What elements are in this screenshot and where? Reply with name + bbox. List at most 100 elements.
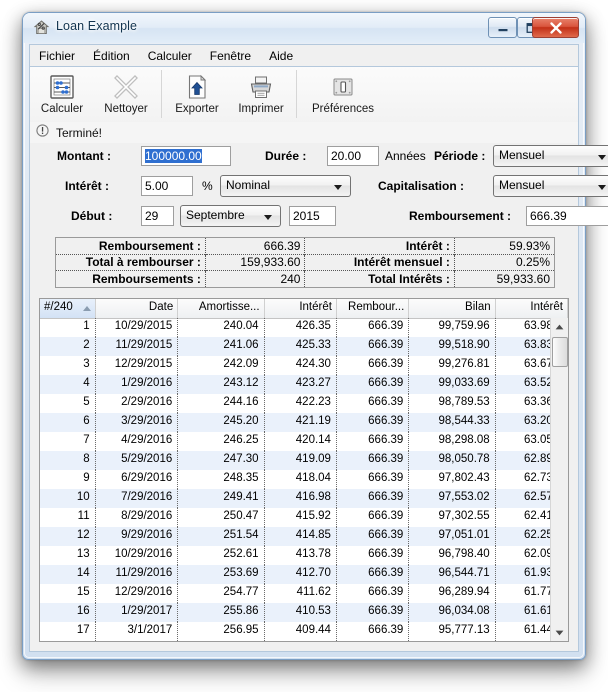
table-cell: 6: [40, 413, 96, 432]
column-header-0[interactable]: #/240: [40, 299, 96, 318]
table-cell: 666.39: [337, 432, 410, 451]
debut-day-input[interactable]: 29: [141, 206, 174, 226]
remboursement-input[interactable]: 666.39: [526, 206, 608, 226]
table-cell: 247.30: [178, 451, 265, 470]
table-row[interactable]: 9 6/29/2016 248.35 418.04 666.39 97,802.43 62.…: [40, 470, 568, 489]
menu-item-fenetre[interactable]: Fenêtre: [201, 46, 260, 66]
column-header-4[interactable]: Rembour...: [336, 299, 410, 318]
toolbar: Calculer Nettoyer Exporter Imprimer Préf…: [30, 67, 578, 126]
table-cell: 99,759.96: [409, 318, 496, 337]
abacus-icon: [48, 72, 76, 102]
table-cell: 425.33: [265, 337, 337, 356]
table-cell: 413.78: [265, 546, 337, 565]
table-row[interactable]: 2 11/29/2015 241.06 425.33 666.39 99,518.90 63…: [40, 337, 568, 356]
table-cell: 666.39: [337, 337, 410, 356]
debut-year-input[interactable]: 2015: [289, 206, 336, 226]
table-cell: 95,777.13: [409, 622, 496, 641]
table-cell: 666.39: [337, 489, 410, 508]
table-cell: 7/29/2016: [96, 489, 179, 508]
preferences-button[interactable]: Préférences: [300, 70, 386, 115]
nominal-value: Nominal: [226, 178, 271, 192]
table-cell: 666.39: [337, 508, 410, 527]
table-cell: 1: [40, 318, 96, 337]
vertical-scrollbar[interactable]: [550, 318, 568, 641]
column-header-3[interactable]: Intérêt: [264, 299, 337, 318]
menu-item-fichier[interactable]: Fichier: [30, 46, 84, 66]
calculer-button[interactable]: Calculer: [30, 70, 94, 115]
table-cell: 4: [40, 375, 96, 394]
scroll-down-button[interactable]: [551, 624, 567, 641]
table-cell: 97,302.55: [409, 508, 496, 527]
table-cell: 97,051.01: [409, 527, 496, 546]
summary-value: 159,933.60: [205, 253, 306, 271]
table-cell: 666.39: [337, 565, 410, 584]
table-cell: 96,798.40: [409, 546, 496, 565]
nominal-dropdown[interactable]: Nominal: [220, 175, 351, 197]
table-cell: 420.14: [265, 432, 337, 451]
column-header-1[interactable]: Date: [95, 299, 179, 318]
column-header-5[interactable]: Bilan: [409, 299, 496, 318]
close-button[interactable]: [532, 17, 579, 38]
table-row[interactable]: 3 12/29/2015 242.09 424.30 666.39 99,276.81 63…: [40, 356, 568, 375]
table-cell: 97,802.43: [409, 470, 496, 489]
montant-label: Montant :: [57, 149, 111, 163]
table-cell: 666.39: [337, 394, 410, 413]
table-cell: 415.92: [265, 508, 337, 527]
periode-dropdown[interactable]: Mensuel: [493, 145, 608, 167]
table-row[interactable]: 13 10/29/2016 252.61 413.78 666.39 96,798.40 6…: [40, 546, 568, 565]
table-cell: 8: [40, 451, 96, 470]
duree-input[interactable]: 20.00: [327, 146, 379, 166]
duree-label: Durée :: [265, 149, 307, 163]
table-cell: 3/1/2017: [96, 622, 179, 641]
menu-item-edition[interactable]: Édition: [84, 46, 139, 66]
title-bar[interactable]: Loan Example: [23, 13, 585, 43]
table-row[interactable]: 11 8/29/2016 250.47 415.92 666.39 97,302.55 62…: [40, 508, 568, 527]
debut-label: Début :: [71, 209, 113, 223]
toggle-switch-icon: [329, 72, 357, 102]
table-row[interactable]: 16 1/29/2017 255.86 410.53 666.39 96,034.08 61…: [40, 603, 568, 622]
montant-input[interactable]: 100000.00: [141, 146, 231, 166]
column-header-6[interactable]: Intérêt: [495, 299, 568, 318]
table-row[interactable]: 15 12/29/2016 254.77 411.62 666.39 96,289.94 6…: [40, 584, 568, 603]
table-row[interactable]: 14 11/29/2016 253.69 412.70 666.39 96,544.71 6…: [40, 565, 568, 584]
summary-label: Remboursements :: [56, 270, 206, 287]
table-row[interactable]: 1 10/29/2015 240.04 426.35 666.39 99,759.96 63…: [40, 318, 568, 337]
scroll-up-button[interactable]: [551, 318, 567, 335]
minimize-button[interactable]: [488, 17, 517, 38]
annees-label: Années: [385, 149, 426, 163]
interet-input[interactable]: 5.00: [141, 176, 193, 196]
table-row[interactable]: 4 1/29/2016 243.12 423.27 666.39 99,033.69 63.…: [40, 375, 568, 394]
table-cell: 96,544.71: [409, 565, 496, 584]
imprimer-button[interactable]: Imprimer: [229, 70, 293, 115]
table-row[interactable]: 8 5/29/2016 247.30 419.09 666.39 98,050.78 62.…: [40, 451, 568, 470]
toolbar-separator-1: [161, 70, 162, 118]
info-exclamation-icon: [36, 123, 49, 142]
scroll-thumb[interactable]: [552, 337, 568, 367]
debut-month-value: Septembre: [186, 208, 245, 222]
nettoyer-label: Nettoyer: [104, 103, 148, 115]
table-header-row: #/240 Date Amortisse... Intérêt Rembour... Bi…: [40, 299, 568, 319]
table-cell: 246.25: [178, 432, 265, 451]
capitalisation-dropdown[interactable]: Mensuel: [493, 175, 608, 197]
montant-value: 100000.00: [145, 149, 202, 163]
table-row[interactable]: 12 9/29/2016 251.54 414.85 666.39 97,051.01 62…: [40, 527, 568, 546]
nettoyer-button[interactable]: Nettoyer: [94, 70, 158, 115]
table-row[interactable]: 10 7/29/2016 249.41 416.98 666.39 97,553.02 62…: [40, 489, 568, 508]
table-cell: 423.27: [265, 375, 337, 394]
table-cell: 409.44: [265, 622, 337, 641]
menu-item-aide[interactable]: Aide: [260, 46, 302, 66]
exporter-button[interactable]: Exporter: [165, 70, 229, 115]
menu-item-calculer[interactable]: Calculer: [139, 46, 201, 66]
summary-row: Total à rembourser : 159,933.60 Intérêt …: [56, 253, 554, 271]
table-row[interactable]: 5 2/29/2016 244.16 422.23 666.39 98,789.53 63.…: [40, 394, 568, 413]
column-header-2[interactable]: Amortisse...: [178, 299, 265, 318]
summary-label: Remboursement :: [56, 238, 206, 255]
table-row[interactable]: 7 4/29/2016 246.25 420.14 666.39 98,298.08 63.…: [40, 432, 568, 451]
periode-label: Période :: [434, 149, 486, 163]
table-row[interactable]: 6 3/29/2016 245.20 421.19 666.39 98,544.33 63.…: [40, 413, 568, 432]
table-cell: 98,298.08: [409, 432, 496, 451]
table-row[interactable]: 17 3/1/2017 256.95 409.44 666.39 95,777.13 61.…: [40, 622, 568, 641]
debut-month-dropdown[interactable]: Septembre: [180, 205, 281, 227]
application-window: Loan Example Fichier Édition Calculer Fe…: [22, 12, 608, 660]
table-cell: 99,033.69: [409, 375, 496, 394]
